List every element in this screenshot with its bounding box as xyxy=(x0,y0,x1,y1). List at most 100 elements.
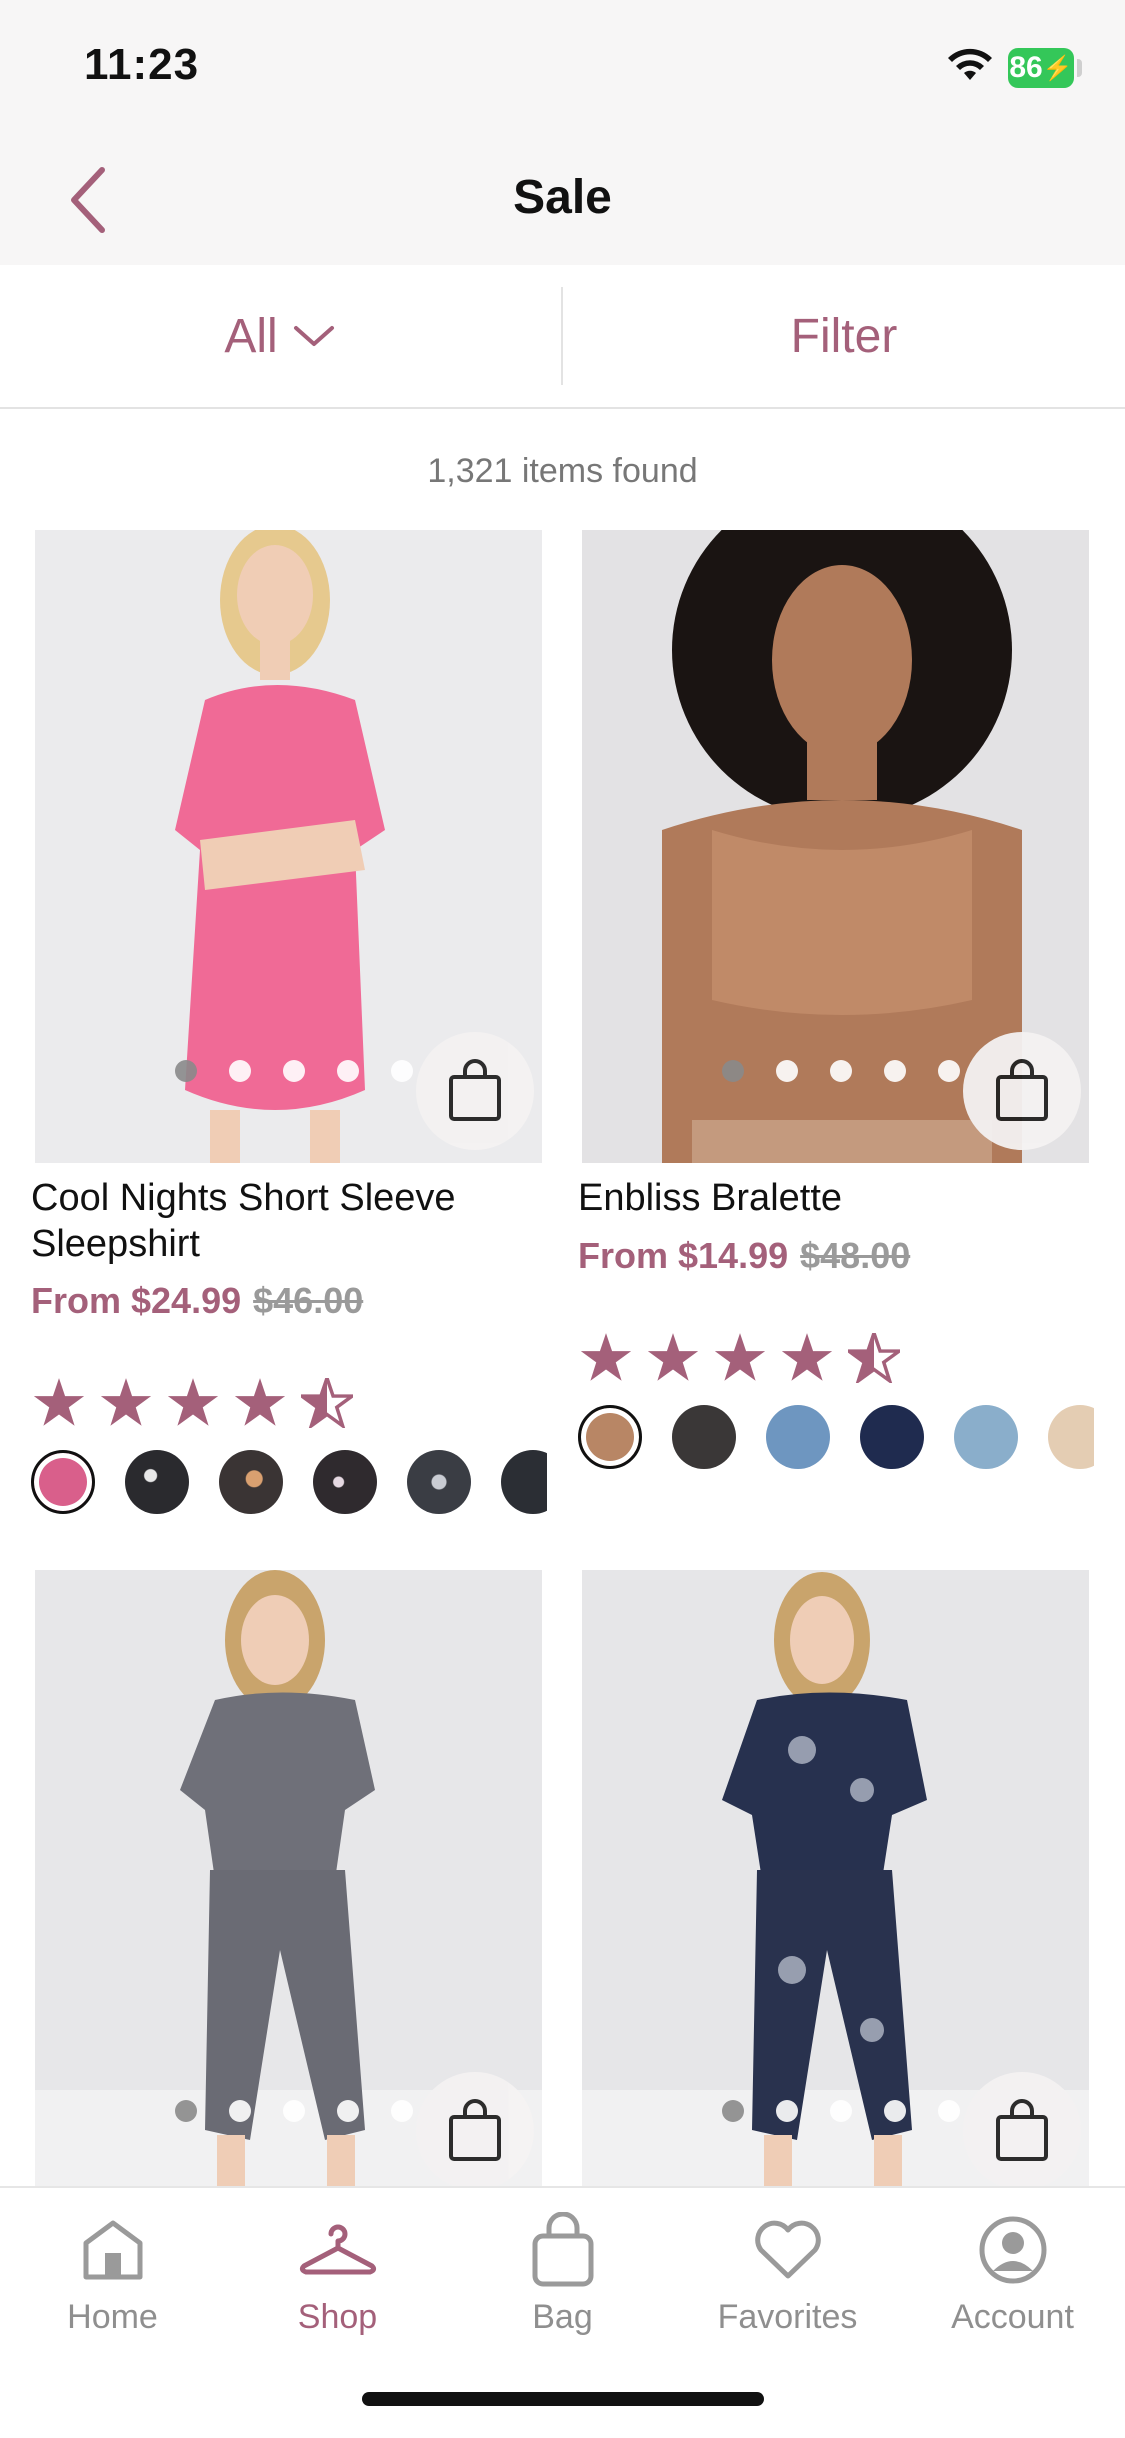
results-count: 1,321 items found xyxy=(427,452,698,490)
add-to-bag-button[interactable] xyxy=(416,1032,534,1150)
star-icon xyxy=(33,1378,85,1426)
tab-label: Account xyxy=(951,2298,1074,2336)
star-icon xyxy=(234,1378,286,1426)
battery-nub xyxy=(1077,59,1082,77)
pager-dot[interactable] xyxy=(175,1060,197,1082)
pager-dot[interactable] xyxy=(391,1060,413,1082)
account-icon xyxy=(979,2216,1046,2284)
product-name[interactable]: Cool Nights Short Sleeve Sleepshirt xyxy=(31,1175,511,1267)
pager-dot[interactable] xyxy=(722,1060,744,1082)
original-price: $46.00 xyxy=(253,1280,364,1321)
pager-dot[interactable] xyxy=(830,2100,852,2122)
home-indicator xyxy=(362,2392,764,2406)
filter-button[interactable]: Filter xyxy=(563,265,1125,407)
tab-account[interactable]: Account xyxy=(900,2188,1125,2358)
status-bar: 11:23 86 ⚡ xyxy=(0,0,1125,130)
pager-dot[interactable] xyxy=(229,2100,251,2122)
color-swatch[interactable] xyxy=(501,1450,547,1514)
tab-bag[interactable]: Bag xyxy=(450,2188,675,2358)
battery-icon: 86 ⚡ xyxy=(1008,48,1074,88)
pager-dot[interactable] xyxy=(938,2100,960,2122)
star-icon xyxy=(167,1378,219,1426)
product-rating xyxy=(580,1333,900,1383)
color-swatch[interactable] xyxy=(31,1450,95,1514)
half-star-icon xyxy=(301,1378,353,1428)
tab-label: Bag xyxy=(532,2298,593,2336)
wifi-icon xyxy=(948,48,992,80)
color-swatch[interactable] xyxy=(766,1405,830,1469)
category-dropdown[interactable]: All xyxy=(0,265,560,407)
add-to-bag-button[interactable] xyxy=(963,1032,1081,1150)
product-image[interactable] xyxy=(582,1570,1089,2186)
star-icon xyxy=(647,1333,699,1381)
color-swatch[interactable] xyxy=(578,1405,642,1469)
chevron-down-icon xyxy=(293,326,334,346)
pager-dot[interactable] xyxy=(337,2100,359,2122)
star-icon xyxy=(100,1378,152,1426)
tab-label: Home xyxy=(67,2298,158,2336)
battery-level: 86 xyxy=(1009,51,1043,84)
product-image[interactable] xyxy=(582,530,1089,1163)
color-swatches xyxy=(578,1405,1094,1469)
product-image[interactable] xyxy=(35,530,542,1163)
pager-dot[interactable] xyxy=(884,2100,906,2122)
pager-dot[interactable] xyxy=(938,1060,960,1082)
image-pager-dots[interactable] xyxy=(175,2100,413,2122)
original-price: $48.00 xyxy=(800,1235,911,1276)
star-icon xyxy=(714,1333,766,1381)
tab-favorites[interactable]: Favorites xyxy=(675,2188,900,2358)
tab-home[interactable]: Home xyxy=(0,2188,225,2358)
product-price: From $14.99 $48.00 xyxy=(578,1235,910,1277)
pager-dot[interactable] xyxy=(722,2100,744,2122)
shopping-bag-icon xyxy=(996,1059,1048,1121)
pager-dot[interactable] xyxy=(283,1060,305,1082)
image-pager-dots[interactable] xyxy=(722,2100,960,2122)
bag-icon xyxy=(532,2212,593,2287)
tab-shop[interactable]: Shop xyxy=(225,2188,450,2358)
filter-toolbar: All Filter xyxy=(0,265,1125,409)
pager-dot[interactable] xyxy=(776,1060,798,1082)
shopping-bag-icon xyxy=(449,2099,501,2161)
pager-dot[interactable] xyxy=(884,1060,906,1082)
product-image[interactable] xyxy=(35,1570,542,2186)
add-to-bag-button[interactable] xyxy=(963,2072,1081,2186)
pager-dot[interactable] xyxy=(337,1060,359,1082)
product-rating xyxy=(33,1378,353,1428)
sale-price: From $14.99 xyxy=(578,1235,789,1276)
sale-price: From $24.99 xyxy=(31,1280,242,1321)
color-swatch[interactable] xyxy=(1048,1405,1094,1469)
star-icon xyxy=(781,1333,833,1381)
home-icon xyxy=(83,2220,142,2280)
color-swatch[interactable] xyxy=(313,1450,377,1514)
tab-label: Shop xyxy=(297,2298,378,2336)
page-title: Sale xyxy=(513,171,612,224)
color-swatch[interactable] xyxy=(860,1405,924,1469)
color-swatch[interactable] xyxy=(672,1405,736,1469)
product-price: From $24.99 $46.00 xyxy=(31,1280,363,1322)
pager-dot[interactable] xyxy=(175,2100,197,2122)
color-swatch[interactable] xyxy=(954,1405,1018,1469)
status-time: 11:23 xyxy=(84,40,200,89)
filter-label: Filter xyxy=(790,309,898,363)
add-to-bag-button[interactable] xyxy=(416,2072,534,2186)
category-label: All xyxy=(224,309,278,363)
pager-dot[interactable] xyxy=(229,1060,251,1082)
image-pager-dots[interactable] xyxy=(722,1060,960,1082)
pager-dot[interactable] xyxy=(830,1060,852,1082)
pager-dot[interactable] xyxy=(391,2100,413,2122)
navigation-bar: Sale xyxy=(0,130,1125,265)
hanger-icon xyxy=(299,2224,376,2275)
color-swatch[interactable] xyxy=(125,1450,189,1514)
pager-dot[interactable] xyxy=(283,2100,305,2122)
color-swatch[interactable] xyxy=(407,1450,471,1514)
color-swatch[interactable] xyxy=(219,1450,283,1514)
star-icon xyxy=(580,1333,632,1381)
shopping-bag-icon xyxy=(449,1059,501,1121)
heart-icon xyxy=(754,2220,821,2279)
image-pager-dots[interactable] xyxy=(175,1060,413,1082)
tab-label: Favorites xyxy=(717,2298,858,2336)
product-name[interactable]: Enbliss Bralette xyxy=(578,1175,1058,1221)
pager-dot[interactable] xyxy=(776,2100,798,2122)
half-star-icon xyxy=(848,1333,900,1383)
shopping-bag-icon xyxy=(996,2099,1048,2161)
